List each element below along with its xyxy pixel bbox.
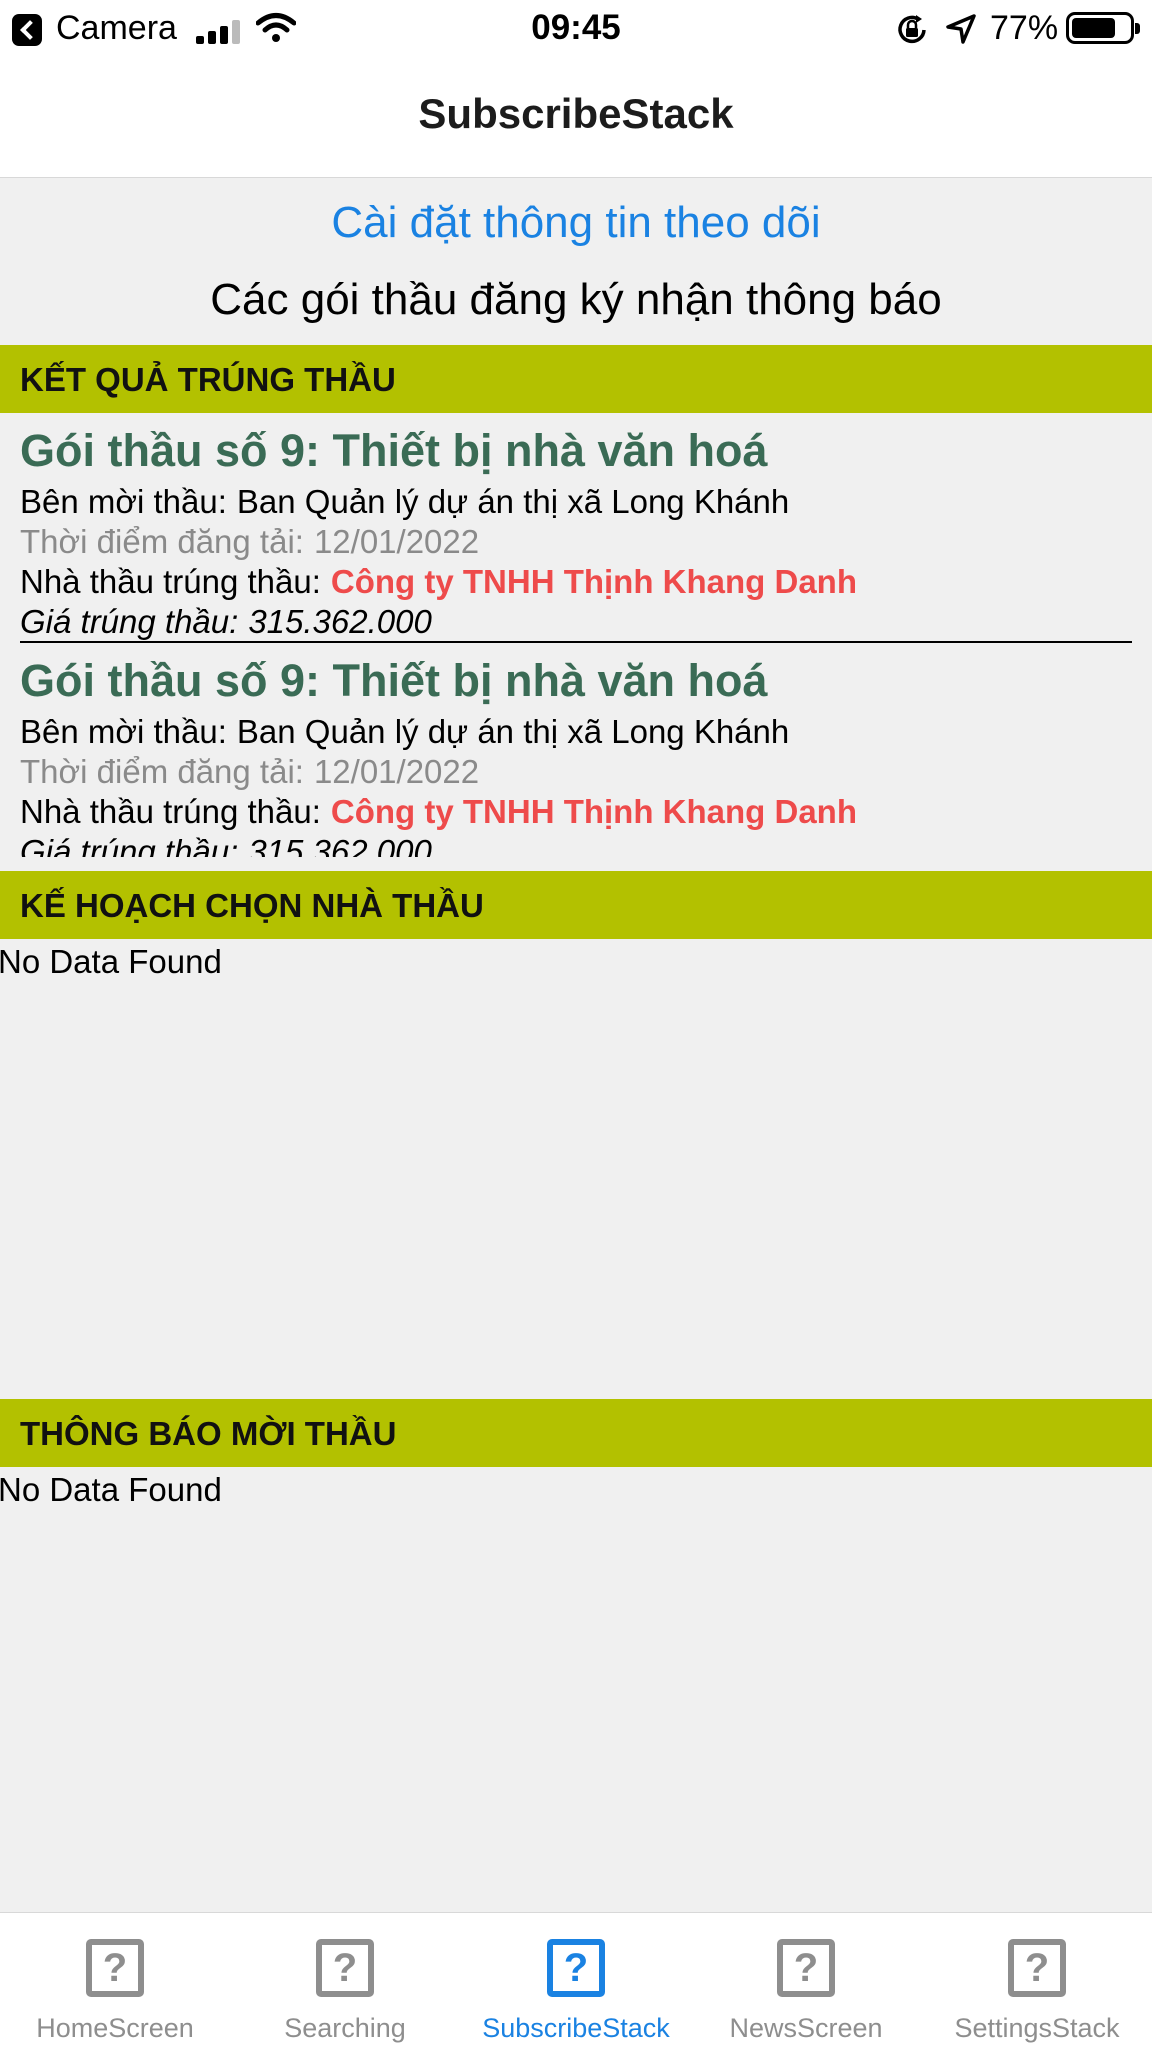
empty-state-text: No Data Found xyxy=(0,1471,222,1508)
section-title: THÔNG BÁO MỜI THẦU xyxy=(20,1415,397,1452)
tab-label: SettingsStack xyxy=(954,2013,1120,2043)
posted-value: 12/01/2022 xyxy=(313,753,480,790)
winner-line: Nhà thầu trúng thầu: Công ty TNHH Thịnh K… xyxy=(20,793,857,831)
section-title: KẾ HOẠCH CHỌN NHÀ THẦU xyxy=(20,887,484,924)
posted-label: Thời điểm đăng tải: xyxy=(20,523,304,560)
tender-title: Gói thầu số 9: Thiết bị nhà văn hoá xyxy=(20,655,768,706)
winner-label: Nhà thầu trúng thầu: xyxy=(20,563,321,600)
inviter-line: Bên mời thầu: Ban Quản lý dự án thị xã Lo… xyxy=(20,483,789,521)
battery-icon xyxy=(1066,12,1140,44)
question-mark-icon: ? xyxy=(777,1939,835,1997)
clock: 09:45 xyxy=(531,8,621,47)
inviter-line: Bên mời thầu: Ban Quản lý dự án thị xã Lo… xyxy=(20,713,789,751)
list-item[interactable]: Gói thầu số 9: Thiết bị nhà văn hoá Bên … xyxy=(20,413,1132,643)
posted-line: Thời điểm đăng tải: 12/01/2022 xyxy=(20,523,479,561)
status-bar: Camera 09:45 77% xyxy=(0,0,1152,58)
tracking-settings-link[interactable]: Cài đặt thông tin theo dõi xyxy=(0,198,1152,248)
orientation-lock-icon xyxy=(898,15,926,44)
section-header-award-results[interactable]: KẾT QUẢ TRÚNG THẦU xyxy=(0,345,1152,413)
tab-label: Searching xyxy=(284,2013,406,2043)
price-label: Giá trúng thầu: xyxy=(20,603,239,640)
winner-value: Công ty TNHH Thịnh Khang Danh xyxy=(330,793,857,830)
question-mark-icon: ? xyxy=(547,1939,605,1997)
location-icon xyxy=(946,14,976,44)
battery-percent: 77% xyxy=(990,9,1059,47)
inviter-value: Ban Quản lý dự án thị xã Long Khánh xyxy=(236,483,790,520)
question-mark-icon: ? xyxy=(316,1939,374,1997)
tab-bar: ? HomeScreen ? Searching ? SubscribeStac… xyxy=(0,1912,1152,2048)
posted-line: Thời điểm đăng tải: 12/01/2022 xyxy=(20,753,479,791)
tab-label: NewsScreen xyxy=(729,2013,883,2043)
inviter-label: Bên mời thầu: xyxy=(20,483,227,520)
inviter-label: Bên mời thầu: xyxy=(20,713,227,750)
tab-label: HomeScreen xyxy=(36,2013,194,2043)
price-value: 315.362.000 xyxy=(248,603,432,640)
tab-news-screen[interactable]: ? NewsScreen xyxy=(691,1913,921,2048)
list-item[interactable]: Gói thầu số 9: Thiết bị nhà văn hoá Bên … xyxy=(20,643,1132,857)
award-results-list[interactable]: Gói thầu số 9: Thiết bị nhà văn hoá Bên … xyxy=(0,413,1152,857)
winner-line: Nhà thầu trúng thầu: Công ty TNHH Thịnh K… xyxy=(20,563,857,601)
subscriptions-subtitle: Các gói thầu đăng ký nhận thông báo xyxy=(210,275,942,324)
posted-value: 12/01/2022 xyxy=(313,523,480,560)
question-mark-icon: ? xyxy=(1008,1939,1066,1997)
tab-subscribe-stack[interactable]: ? SubscribeStack xyxy=(461,1913,691,2048)
battery-level xyxy=(1072,18,1116,38)
winner-value: Công ty TNHH Thịnh Khang Danh xyxy=(330,563,857,600)
page-title: SubscribeStack xyxy=(418,90,734,137)
tab-label: SubscribeStack xyxy=(482,2013,670,2043)
tab-settings-stack[interactable]: ? SettingsStack xyxy=(922,1913,1152,2048)
price-value: 315.362.000 xyxy=(248,833,432,857)
winner-label: Nhà thầu trúng thầu: xyxy=(20,793,321,830)
question-mark-icon: ? xyxy=(86,1939,144,1997)
tender-title: Gói thầu số 9: Thiết bị nhà văn hoá xyxy=(20,425,768,476)
price-label: Giá trúng thầu: xyxy=(20,833,239,857)
section-header-bid-invitations[interactable]: THÔNG BÁO MỜI THẦU xyxy=(0,1399,1152,1467)
section-header-contractor-plan[interactable]: KẾ HOẠCH CHỌN NHÀ THẦU xyxy=(0,871,1152,939)
section-title: KẾT QUẢ TRÚNG THẦU xyxy=(20,361,396,398)
price-line: Giá trúng thầu: 315.362.000 xyxy=(20,603,432,641)
inviter-value: Ban Quản lý dự án thị xã Long Khánh xyxy=(236,713,790,750)
price-line: Giá trúng thầu: 315.362.000 xyxy=(20,833,432,857)
navigation-header: SubscribeStack xyxy=(0,58,1152,178)
posted-label: Thời điểm đăng tải: xyxy=(20,753,304,790)
tab-home-screen[interactable]: ? HomeScreen xyxy=(0,1913,230,2048)
empty-state-text: No Data Found xyxy=(0,943,222,980)
tab-searching[interactable]: ? Searching xyxy=(230,1913,460,2048)
